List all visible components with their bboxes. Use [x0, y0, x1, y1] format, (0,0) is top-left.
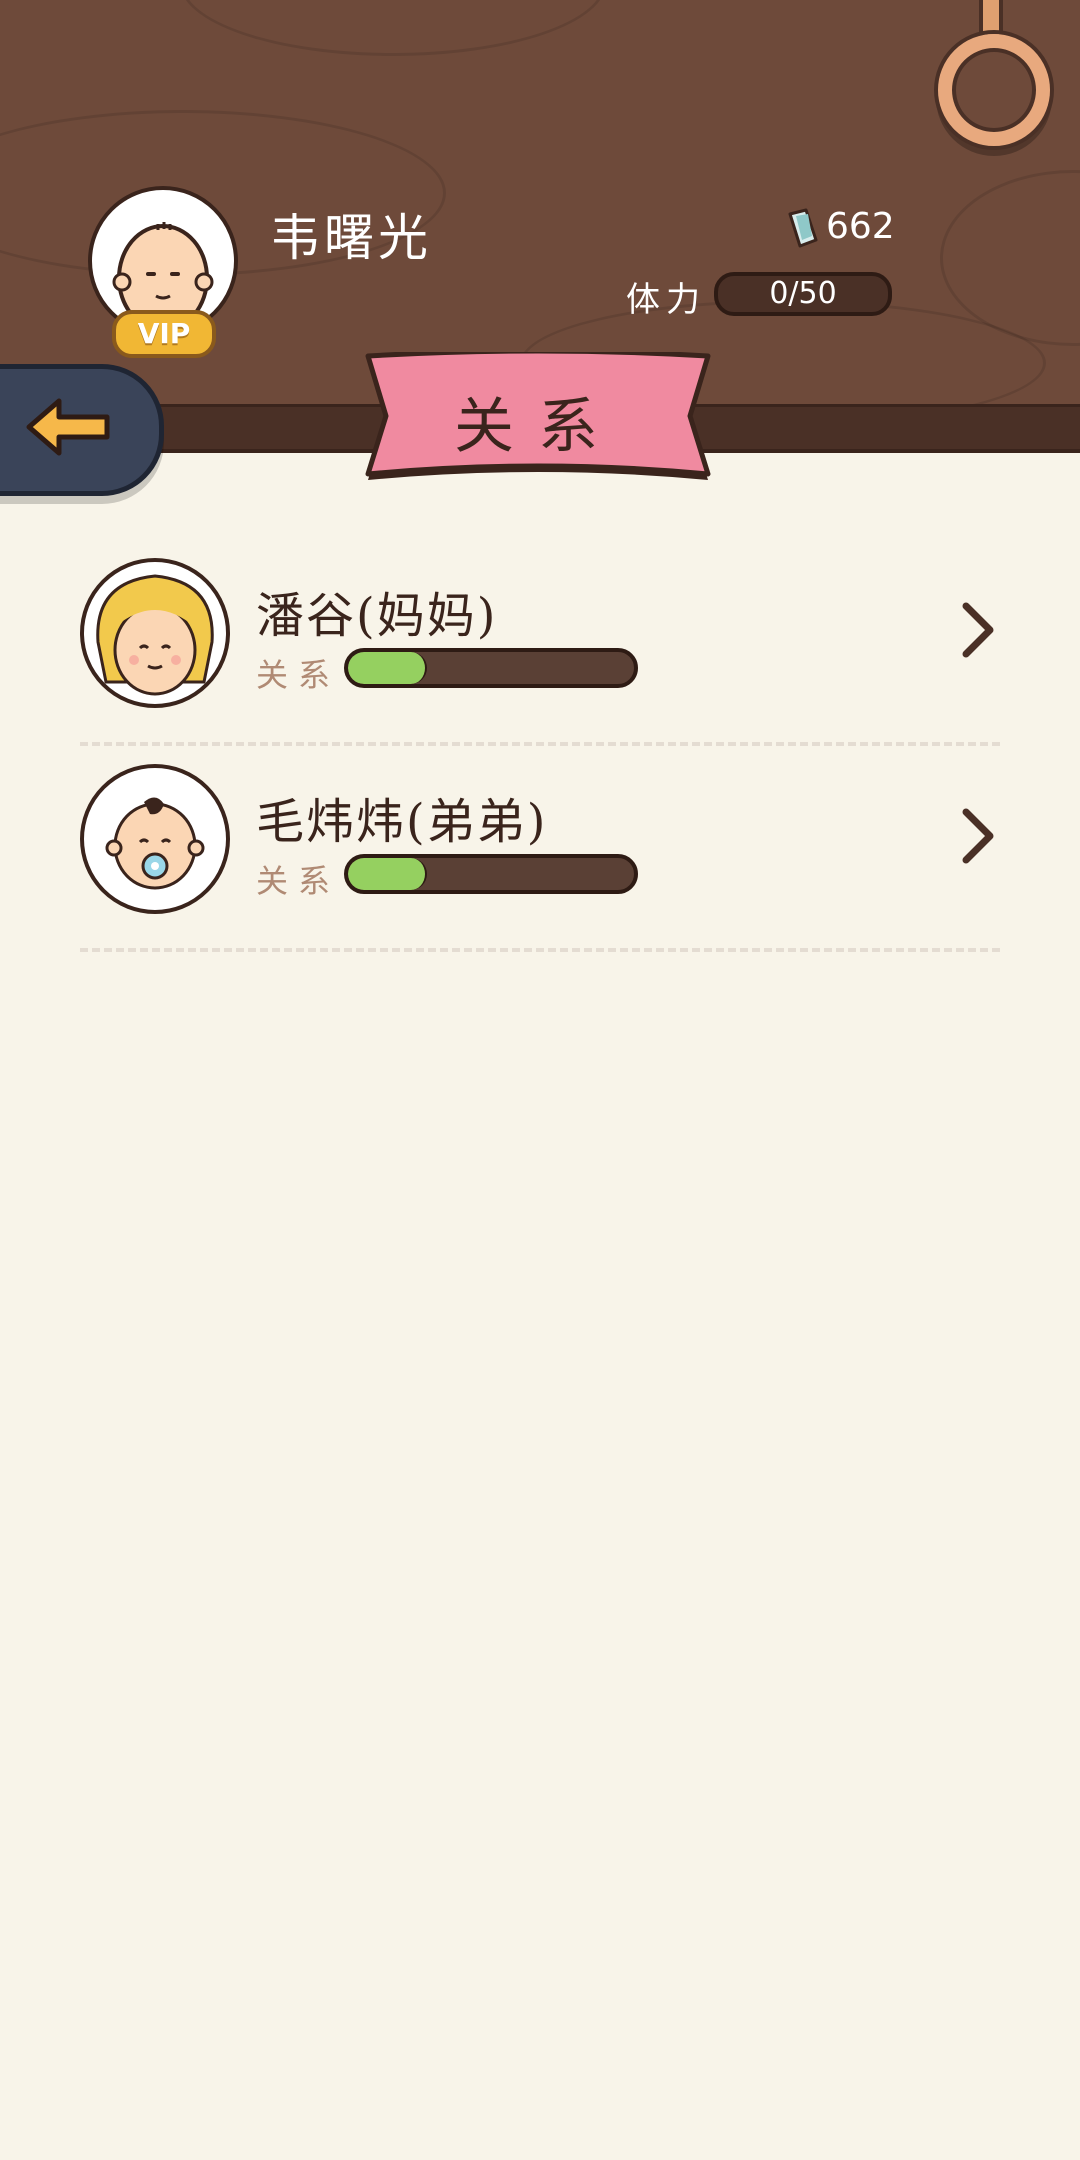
baby-brother-avatar [80, 764, 230, 914]
relation-name: 潘谷(妈妈) [256, 588, 498, 644]
stamina-bar: 0/50 [714, 272, 892, 316]
back-button[interactable] [0, 364, 164, 496]
chevron-right-icon[interactable] [958, 600, 998, 660]
vip-badge: VIP [112, 310, 216, 358]
relation-label: 关系 [256, 862, 341, 900]
coin-count: 662 [826, 206, 895, 247]
list-item[interactable]: 潘谷(妈妈) 关系 [80, 540, 1000, 746]
relation-progress-fill [348, 652, 428, 684]
arrow-left-icon [26, 398, 110, 456]
divider [80, 948, 1000, 952]
chevron-right-icon[interactable] [958, 806, 998, 866]
stamina-label: 体力 [626, 280, 706, 320]
pull-ring-icon[interactable] [938, 34, 1050, 146]
relation-progress-fill [348, 858, 428, 890]
relation-name: 毛炜炜(弟弟) [256, 794, 548, 850]
relation-progress-bar [344, 854, 638, 894]
relation-list: 潘谷(妈妈) 关系 毛炜炜(弟弟) 关系 [80, 540, 1000, 952]
relation-label: 关系 [256, 656, 341, 694]
list-item[interactable]: 毛炜炜(弟弟) 关系 [80, 746, 1000, 952]
relation-progress-bar [344, 648, 638, 688]
money-icon [788, 208, 818, 248]
player-name: 韦曙光 [270, 209, 432, 267]
page-title: 关系 [454, 392, 622, 462]
mother-avatar [80, 558, 230, 708]
